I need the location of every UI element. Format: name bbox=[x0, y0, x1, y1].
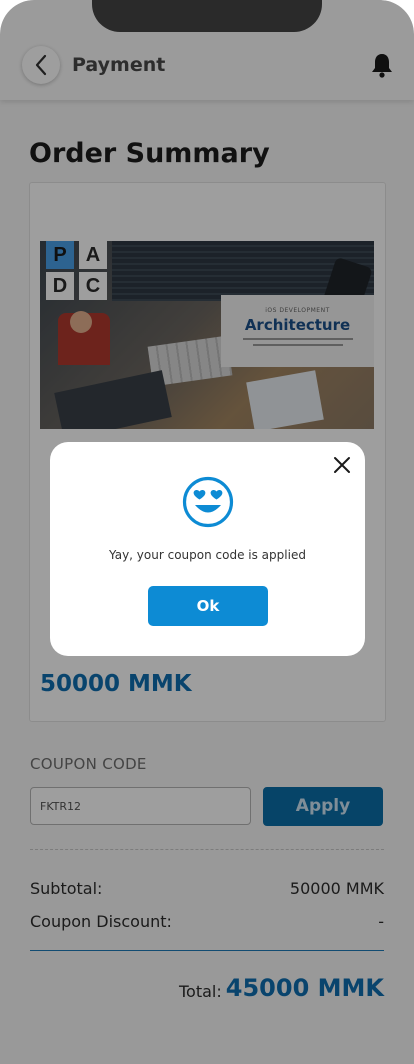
screen: Payment Order Summary P A D C iOS DEVELO… bbox=[0, 0, 414, 1064]
heart-eyes-emoji-icon bbox=[182, 476, 234, 528]
coupon-applied-dialog: Yay, your coupon code is applied Ok bbox=[50, 442, 365, 656]
close-icon[interactable] bbox=[331, 454, 353, 476]
ok-button[interactable]: Ok bbox=[148, 586, 268, 626]
device-notch bbox=[92, 0, 322, 32]
dialog-message: Yay, your coupon code is applied bbox=[109, 548, 306, 562]
